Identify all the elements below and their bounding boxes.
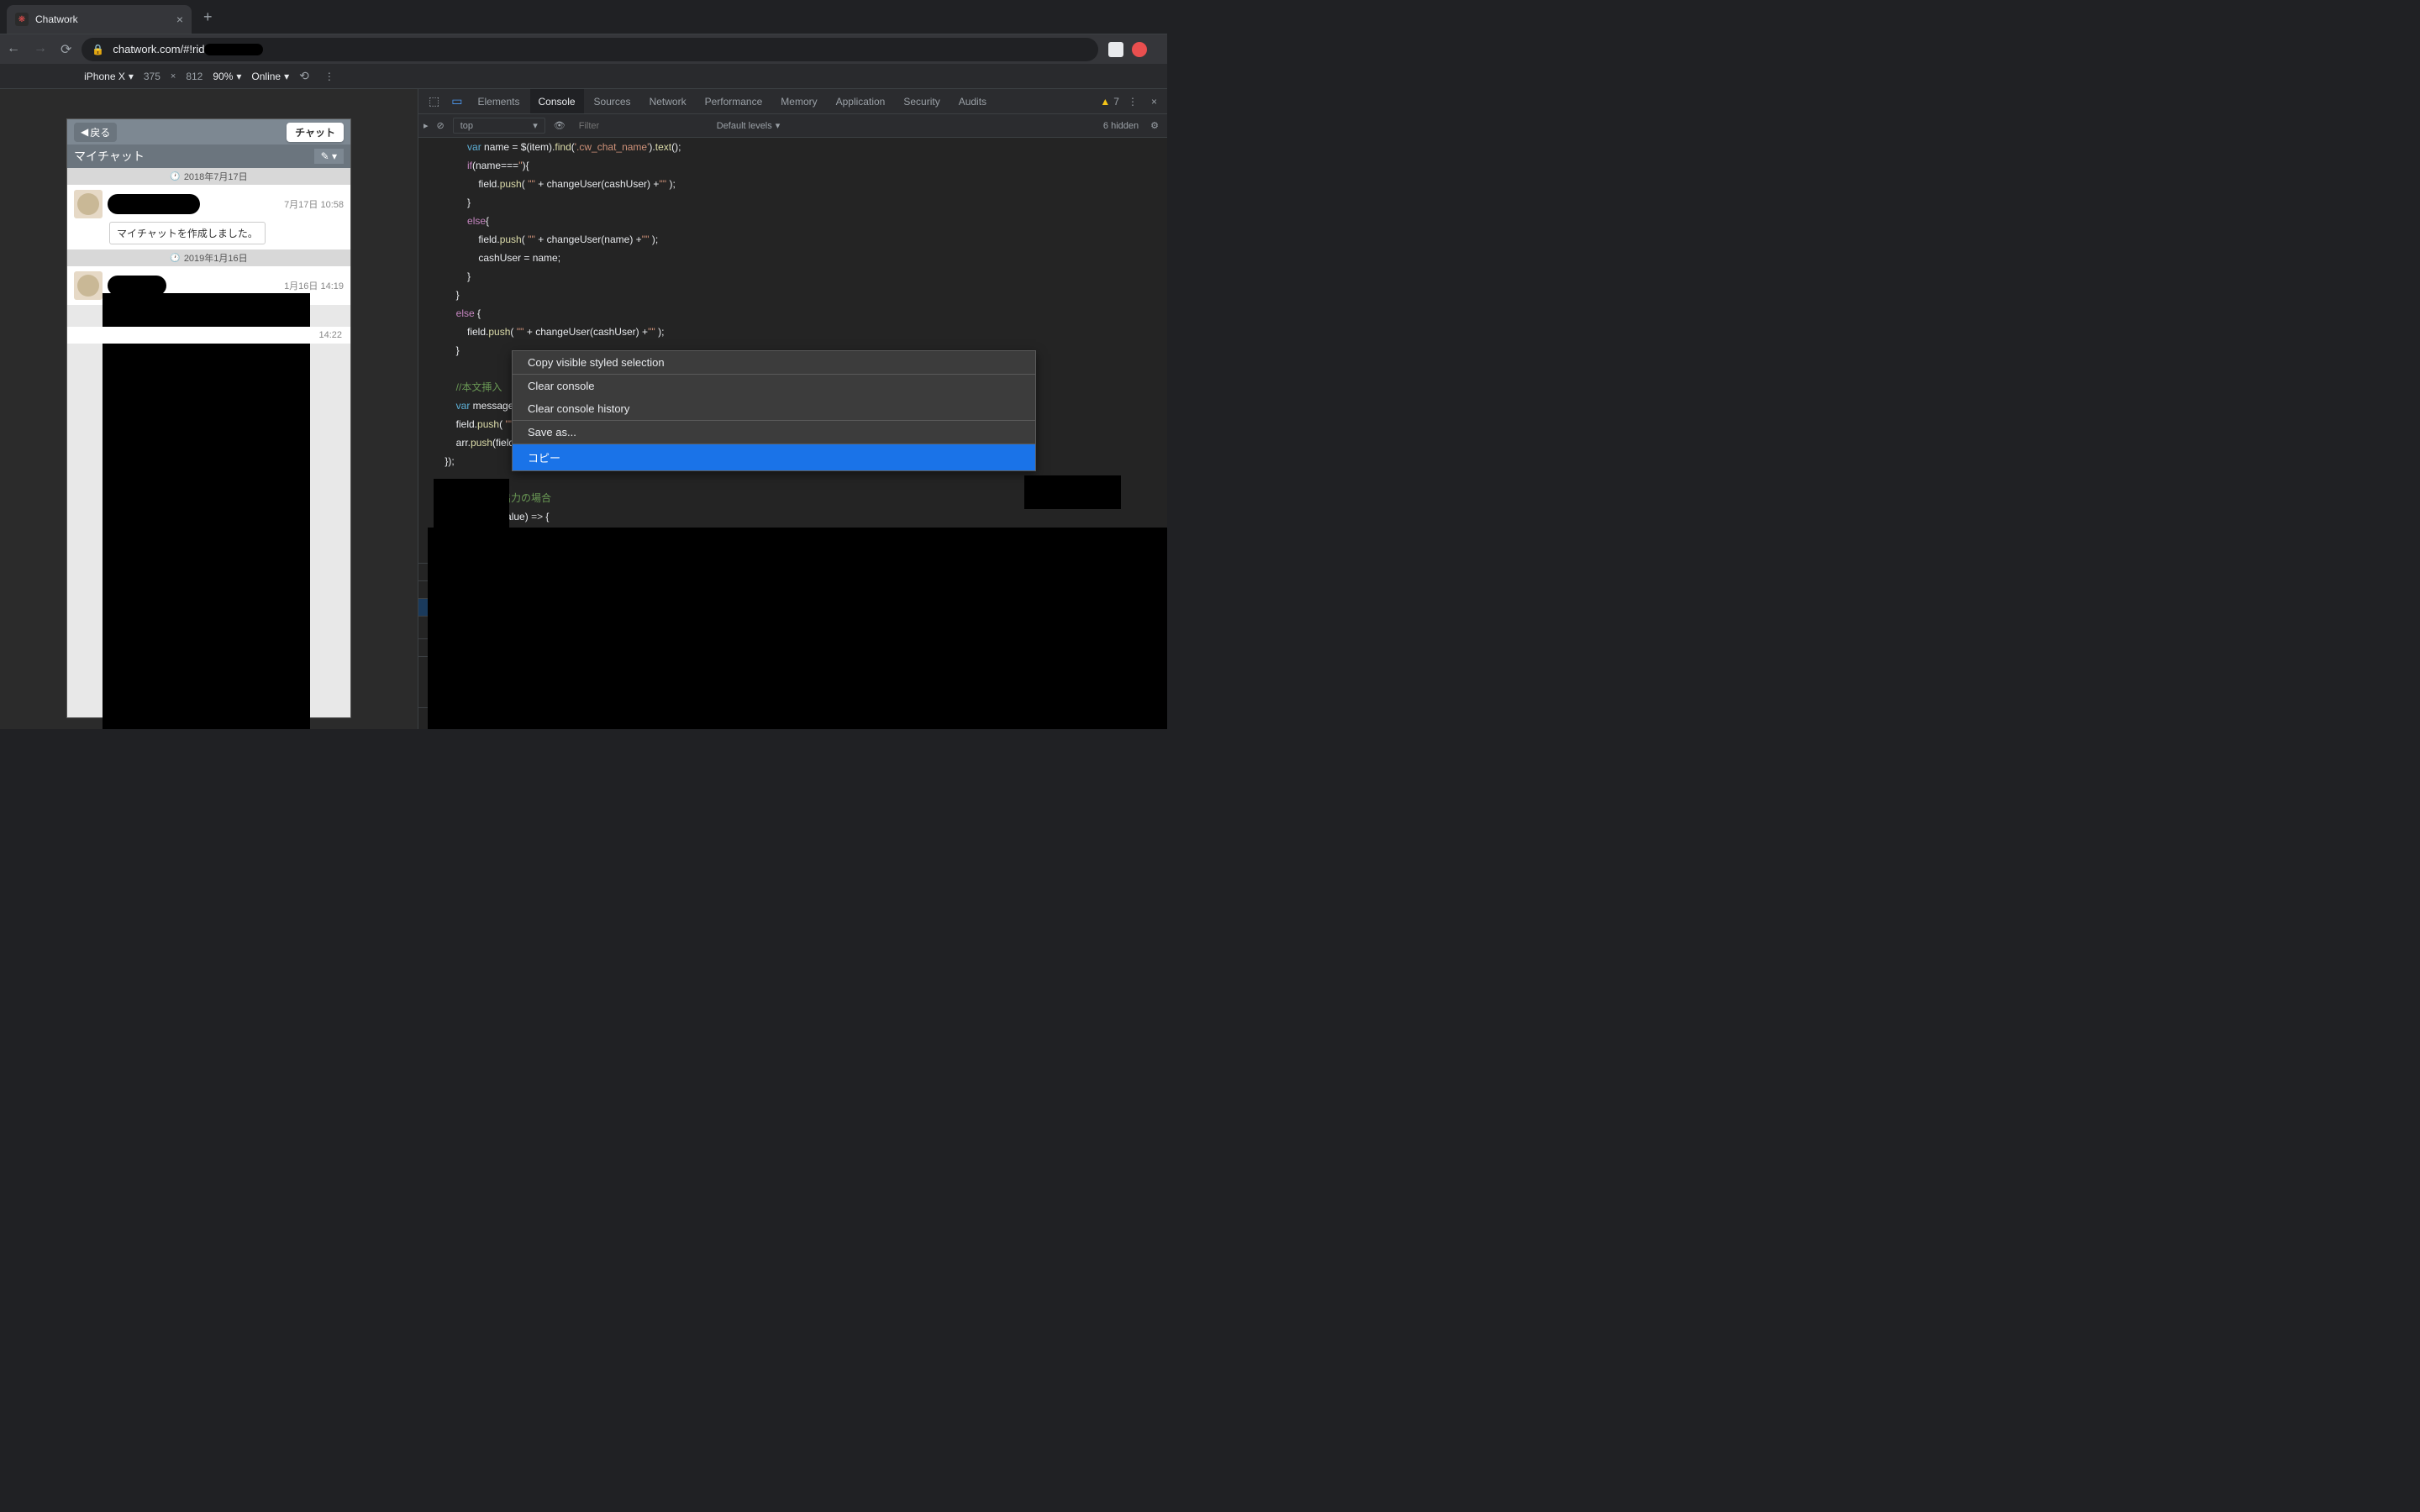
device-select[interactable]: iPhone X ▾ xyxy=(84,71,134,82)
clock-icon: 🕐 xyxy=(170,172,180,181)
url-host: chatwork.com xyxy=(113,43,180,55)
hidden-count: 6 hidden xyxy=(1103,121,1139,131)
chat-button[interactable]: チャット xyxy=(287,123,344,142)
timestamp: 14:22 xyxy=(67,327,350,344)
url-path: /#!rid xyxy=(181,43,205,55)
new-tab-button[interactable]: + xyxy=(192,8,224,26)
username-redacted xyxy=(108,276,166,296)
console-toolbar: ▸ ⊘ top▾ 👁 Default levels ▾ 6 hidden ⚙ xyxy=(418,114,1167,138)
tab-application[interactable]: Application xyxy=(828,89,894,113)
code-line: } xyxy=(418,267,1167,286)
edit-button[interactable]: ✎ ▾ xyxy=(314,149,344,164)
eye-icon[interactable]: 👁 xyxy=(554,120,566,131)
code-line: arr.forEach((value) => { xyxy=(418,507,1167,526)
redacted xyxy=(434,479,509,529)
date-divider: 🕐2019年1月16日 xyxy=(67,249,350,266)
clock-icon: 🕐 xyxy=(170,254,180,263)
avatar xyxy=(74,271,103,300)
close-icon[interactable]: × xyxy=(1146,96,1162,108)
tab-security[interactable]: Security xyxy=(895,89,948,113)
code-line: else{ xyxy=(418,212,1167,230)
lock-icon: 🔒 xyxy=(92,44,104,55)
tab-memory[interactable]: Memory xyxy=(772,89,825,113)
timestamp: 7月17日 10:58 xyxy=(284,197,344,211)
throttle-select[interactable]: Online ▾ xyxy=(251,71,289,82)
username-redacted xyxy=(108,194,200,214)
code-line: field.push( '"' + changeUser(cashUser) +… xyxy=(418,323,1167,341)
close-icon[interactable]: × xyxy=(176,13,183,26)
clear-console-icon[interactable]: ⊘ xyxy=(437,120,445,131)
timestamp: 1月16日 14:19 xyxy=(284,279,344,292)
date-divider: 🕐2018年7月17日 xyxy=(67,168,350,185)
code-line: else { xyxy=(418,304,1167,323)
device-preview-pane: ◀ 戻る チャット マイチャット ✎ ▾ 🕐2018年7月17日 7月17日 1… xyxy=(0,89,418,729)
levels-select[interactable]: Default levels ▾ xyxy=(717,120,781,131)
tab-network[interactable]: Network xyxy=(641,89,695,113)
filter-input[interactable] xyxy=(574,119,708,133)
browser-tab[interactable]: ❋ Chatwork × xyxy=(7,5,192,34)
code-line: cashUser = name; xyxy=(418,249,1167,267)
context-menu: Copy visible styled selection Clear cons… xyxy=(512,350,1036,471)
room-title: マイチャット xyxy=(74,148,145,165)
devtools-tabs: ⬚ ▭ Elements Console Sources Network Per… xyxy=(418,89,1167,114)
device-mode-icon[interactable]: ▭ xyxy=(446,94,467,108)
more-icon[interactable]: ⋮ xyxy=(324,71,334,82)
browser-toolbar: ← → ⟳ 🔒 chatwork.com/#!rid xyxy=(0,34,1167,64)
device-width[interactable]: 375 xyxy=(144,71,160,82)
gear-icon[interactable]: ⚙ xyxy=(1147,120,1162,131)
back-icon[interactable]: ← xyxy=(7,41,20,58)
avatar xyxy=(74,190,103,218)
zoom-select[interactable]: 90% ▾ xyxy=(213,71,241,82)
device-toolbar: iPhone X ▾ 375 × 812 90% ▾ Online ▾ ⟲ ⋮ xyxy=(0,64,1167,89)
menu-save-as[interactable]: Save as... xyxy=(513,421,1035,444)
tab-performance[interactable]: Performance xyxy=(697,89,771,113)
redacted xyxy=(1024,475,1121,509)
warning-icon[interactable]: ▲ xyxy=(1100,96,1110,108)
code-line: if(name===''){ xyxy=(418,156,1167,175)
menu-copy[interactable]: コピー xyxy=(513,444,1035,470)
phone-viewport[interactable]: ◀ 戻る チャット マイチャット ✎ ▾ 🕐2018年7月17日 7月17日 1… xyxy=(67,119,350,717)
forward-icon[interactable]: → xyxy=(34,41,47,58)
sidebar-toggle-icon[interactable]: ▸ xyxy=(424,120,429,131)
tab-title: Chatwork xyxy=(35,13,78,25)
back-button[interactable]: ◀ 戻る xyxy=(74,123,117,142)
context-select[interactable]: top▾ xyxy=(453,118,545,134)
code-line: var name = $(item).find('.cw_chat_name')… xyxy=(418,138,1167,156)
redacted xyxy=(428,528,1167,729)
content-redacted xyxy=(103,344,310,729)
dimension-x: × xyxy=(171,71,176,81)
message-bubble: マイチャットを作成しました。 xyxy=(109,222,266,244)
extension-icon[interactable] xyxy=(1132,42,1147,57)
warning-count: 7 xyxy=(1113,96,1119,108)
menu-copy-selection[interactable]: Copy visible styled selection xyxy=(513,351,1035,374)
url-redacted xyxy=(204,44,263,55)
menu-clear-history[interactable]: Clear console history xyxy=(513,397,1035,420)
tab-audits[interactable]: Audits xyxy=(950,89,995,113)
message-row: 1月16日 14:19 xyxy=(67,266,350,305)
code-line: } xyxy=(418,286,1167,304)
message-row: 7月17日 10:58 マイチャットを作成しました。 xyxy=(67,185,350,249)
code-line: } xyxy=(418,193,1167,212)
reload-icon[interactable]: ⟳ xyxy=(60,41,71,58)
tab-elements[interactable]: Elements xyxy=(469,89,528,113)
device-height[interactable]: 812 xyxy=(186,71,203,82)
inspect-icon[interactable]: ⬚ xyxy=(424,94,445,108)
tab-sources[interactable]: Sources xyxy=(586,89,639,113)
rotate-icon[interactable]: ⟲ xyxy=(299,69,309,83)
code-line: field.push( '"' + changeUser(cashUser) +… xyxy=(418,175,1167,193)
address-bar[interactable]: 🔒 chatwork.com/#!rid xyxy=(82,38,1098,61)
tab-console[interactable]: Console xyxy=(530,89,584,113)
more-icon[interactable]: ⋮ xyxy=(1123,96,1143,108)
menu-clear-console[interactable]: Clear console xyxy=(513,375,1035,397)
favicon: ❋ xyxy=(15,13,29,26)
code-line: field.push( '"' + changeUser(name) +'"' … xyxy=(418,230,1167,249)
extension-icon[interactable] xyxy=(1108,42,1123,57)
browser-tab-bar: ❋ Chatwork × + xyxy=(0,0,1167,34)
